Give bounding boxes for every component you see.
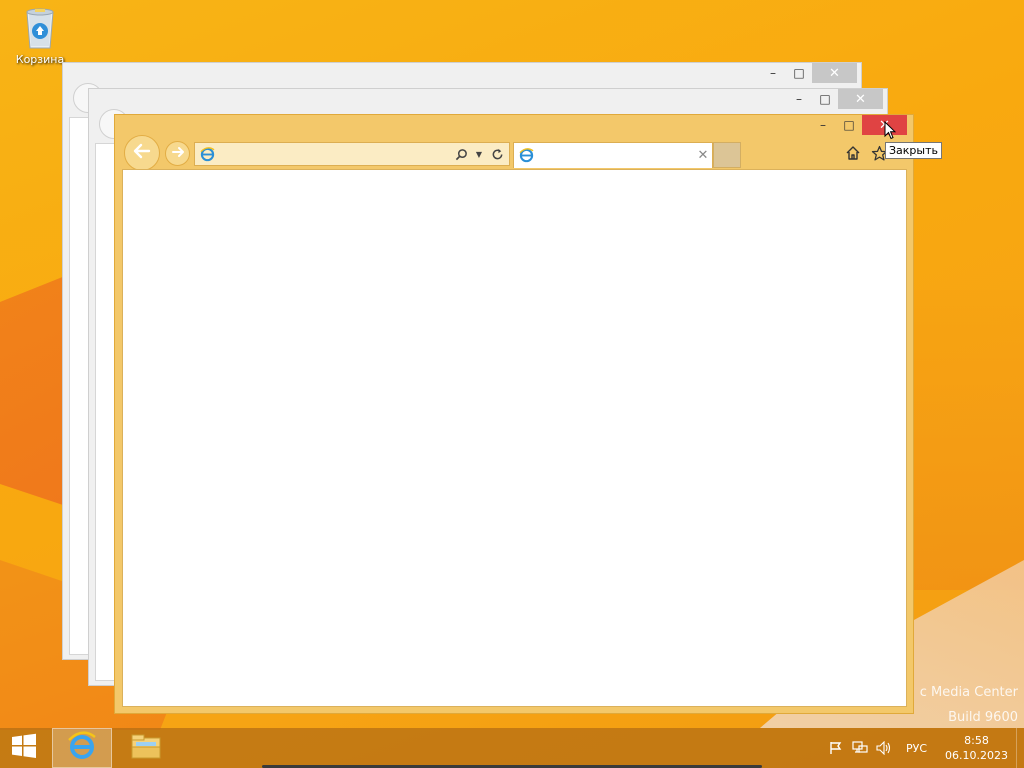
clock[interactable]: 8:58 06.10.2023 [937, 733, 1016, 763]
minimize-button[interactable]: – [786, 89, 812, 109]
back-button[interactable] [124, 135, 160, 171]
new-tab-button[interactable] [713, 142, 741, 168]
search-icon[interactable] [453, 146, 469, 162]
minimize-button[interactable]: – [810, 115, 836, 135]
arrow-left-icon [132, 141, 152, 165]
watermark-edition: c Media Center [919, 685, 1018, 700]
page-content-area[interactable] [122, 169, 907, 707]
show-desktop-button[interactable] [1016, 728, 1024, 768]
recycle-bin-label: Корзина [15, 53, 65, 66]
desktop-icon-recycle-bin[interactable]: Корзина [10, 4, 70, 66]
refresh-icon[interactable] [489, 146, 505, 162]
internet-explorer-icon [67, 731, 97, 765]
minimize-button[interactable]: – [760, 63, 786, 83]
window-controls: – □ ✕ [760, 63, 857, 83]
system-tray: РУС 8:58 06.10.2023 [824, 728, 1024, 768]
internet-explorer-window[interactable]: – □ ✕ ▼ ✕ [114, 114, 914, 714]
ie-page-icon [199, 146, 215, 162]
taskbar-item-internet-explorer[interactable] [52, 728, 112, 768]
close-button[interactable]: ✕ [838, 89, 883, 109]
taskbar: РУС 8:58 06.10.2023 [0, 728, 1024, 768]
arrow-right-icon [171, 144, 185, 163]
close-tooltip: Закрыть [885, 142, 942, 159]
watermark-build: Build 9600 [948, 710, 1018, 725]
language-indicator[interactable]: РУС [896, 742, 937, 755]
folder-icon [130, 732, 162, 764]
windows-logo-icon [11, 733, 37, 763]
tab-close-icon[interactable]: ✕ [694, 148, 712, 163]
wallpaper-shape [905, 290, 1024, 590]
forward-button[interactable] [165, 141, 190, 166]
window-controls: – □ ✕ [786, 89, 883, 109]
clock-date: 06.10.2023 [945, 749, 1008, 762]
ie-page-icon [518, 148, 534, 164]
flag-icon[interactable] [824, 728, 848, 768]
address-input[interactable] [217, 144, 453, 164]
close-button[interactable]: ✕ [812, 63, 857, 83]
address-bar: ▼ [194, 142, 510, 166]
mouse-cursor-icon [884, 120, 897, 140]
maximize-button[interactable]: □ [836, 115, 862, 135]
home-icon[interactable] [843, 143, 863, 163]
clock-time: 8:58 [964, 734, 989, 747]
browser-tab[interactable]: ✕ [513, 142, 713, 168]
recycle-bin-icon [23, 4, 57, 50]
volume-icon[interactable] [872, 728, 896, 768]
taskbar-item-file-explorer[interactable] [116, 728, 176, 768]
network-icon[interactable] [848, 728, 872, 768]
maximize-button[interactable]: □ [812, 89, 838, 109]
browser-toolbar [843, 143, 889, 163]
dropdown-arrow-icon[interactable]: ▼ [471, 146, 487, 162]
maximize-button[interactable]: □ [786, 63, 812, 83]
start-button[interactable] [0, 728, 48, 768]
